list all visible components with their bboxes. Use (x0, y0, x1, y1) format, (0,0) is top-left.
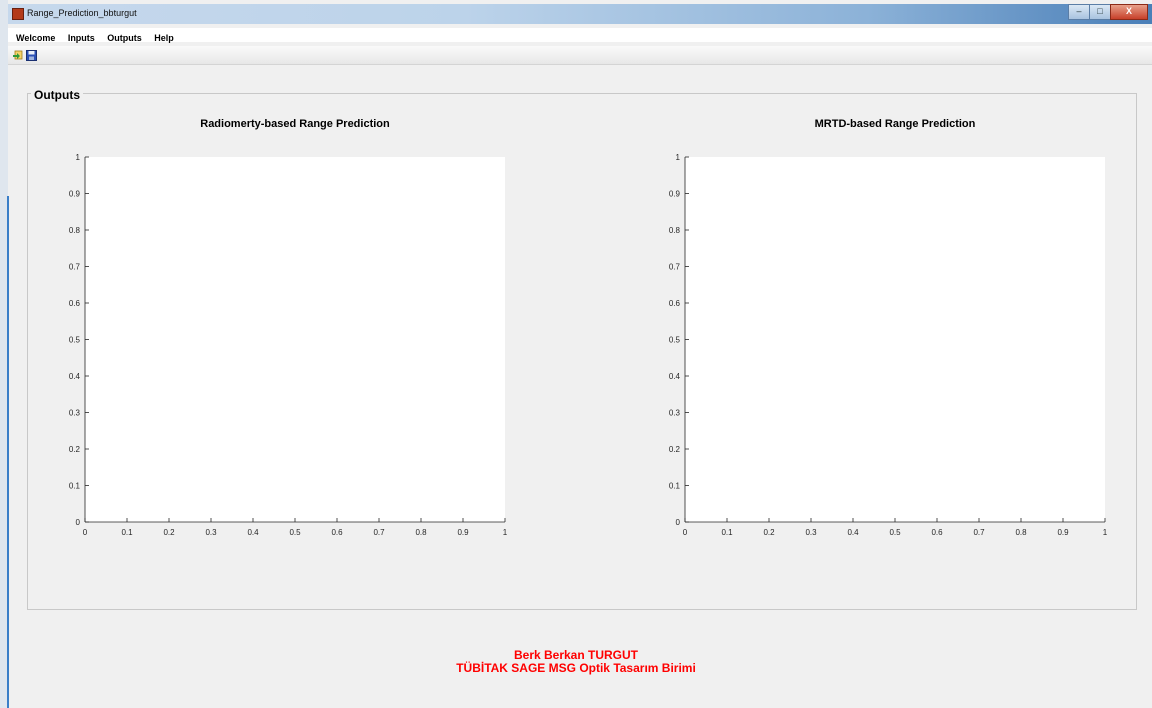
menu-bar: Welcome Inputs Outputs Help (8, 28, 1152, 45)
x-tick-label: 0 (683, 528, 688, 537)
save-icon[interactable] (26, 50, 37, 61)
organization-name: TÜBİTAK SAGE MSG Optik Tasarım Birimi (456, 661, 696, 675)
window-title: Range_Prediction_bbturgut (27, 8, 137, 18)
y-tick-label: 0.3 (69, 409, 81, 418)
menu-outputs[interactable]: Outputs (107, 31, 142, 45)
y-tick-label: 0.2 (669, 445, 681, 454)
x-tick-label: 0.9 (1057, 528, 1069, 537)
open-icon[interactable] (12, 50, 23, 61)
y-tick-label: 1 (76, 153, 81, 162)
y-tick-label: 0 (76, 518, 81, 527)
x-tick-label: 0.4 (847, 528, 859, 537)
y-tick-label: 0.8 (69, 226, 81, 235)
x-tick-label: 0.7 (373, 528, 385, 537)
title-bar[interactable]: Range_Prediction_bbturgut – □ X (8, 4, 1152, 24)
x-tick-label: 0.2 (763, 528, 775, 537)
y-tick-label: 0.7 (669, 263, 681, 272)
y-tick-label: 0.5 (669, 336, 681, 345)
chart-title: Radiomerty-based Range Prediction (200, 118, 390, 130)
menu-help[interactable]: Help (154, 31, 174, 45)
chart-title: MRTD-based Range Prediction (815, 118, 976, 130)
y-tick-label: 0 (676, 518, 681, 527)
close-button[interactable]: X (1110, 4, 1148, 20)
maximize-button[interactable]: □ (1089, 4, 1111, 20)
x-tick-label: 0.3 (805, 528, 817, 537)
x-tick-label: 1 (1103, 528, 1108, 537)
x-tick-label: 0.8 (415, 528, 427, 537)
y-tick-label: 0.2 (69, 445, 81, 454)
menu-inputs[interactable]: Inputs (68, 31, 95, 45)
plot-area (85, 157, 505, 522)
x-tick-label: 0.2 (163, 528, 175, 537)
x-tick-label: 0.4 (247, 528, 259, 537)
y-tick-label: 0.6 (669, 299, 681, 308)
radiometry-chart: Radiomerty-based Range Prediction 0 0.1 0.2… (69, 118, 508, 537)
y-tick-label: 0.1 (69, 482, 81, 491)
y-tick-label: 0.8 (669, 226, 681, 235)
y-tick-label: 0.5 (69, 336, 81, 345)
author-name: Berk Berkan TURGUT (513, 648, 639, 662)
x-tick-label: 0.8 (1015, 528, 1027, 537)
left-edge (0, 0, 9, 708)
y-tick-label: 0.6 (69, 299, 81, 308)
menu-welcome[interactable]: Welcome (16, 31, 55, 45)
y-tick-label: 0.3 (669, 409, 681, 418)
x-tick-label: 0.6 (931, 528, 943, 537)
x-tick-label: 0.9 (457, 528, 469, 537)
panel-title: Outputs (31, 88, 83, 102)
y-tick-label: 0.1 (669, 482, 681, 491)
x-tick-label: 1 (503, 528, 508, 537)
y-tick-label: 0.4 (669, 372, 681, 381)
x-tick-label: 0.3 (205, 528, 217, 537)
x-tick-label: 0.5 (889, 528, 901, 537)
y-tick-label: 1 (676, 153, 681, 162)
y-tick-label: 0.7 (69, 263, 81, 272)
mrtd-chart: MRTD-based Range Prediction 0 0.1 0.2 0.3 0.4… (669, 118, 1108, 537)
x-tick-label: 0.5 (289, 528, 301, 537)
matlab-icon (12, 8, 24, 20)
x-tick-label: 0.6 (331, 528, 343, 537)
y-tick-label: 0.4 (69, 372, 81, 381)
x-tick-label: 0.7 (973, 528, 985, 537)
toolbar (8, 46, 1152, 65)
x-tick-label: 0 (83, 528, 88, 537)
plot-area (685, 157, 1105, 522)
x-tick-label: 0.1 (121, 528, 133, 537)
y-tick-label: 0.9 (669, 190, 681, 199)
x-tick-label: 0.1 (721, 528, 733, 537)
y-tick-label: 0.9 (69, 190, 81, 199)
minimize-button[interactable]: – (1068, 4, 1090, 20)
